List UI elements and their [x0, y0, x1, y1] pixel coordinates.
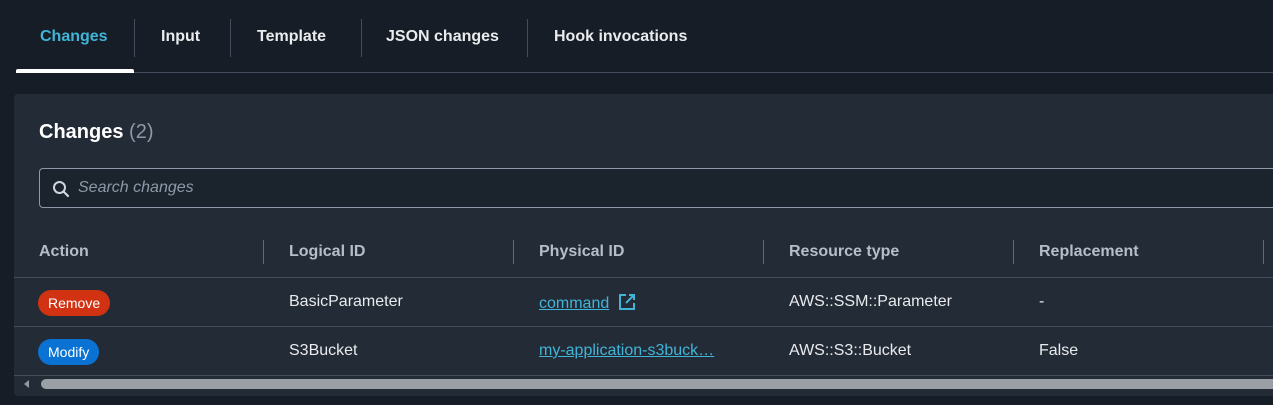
column-header-replacement[interactable]: Replacement	[1039, 243, 1139, 261]
scrollbar-thumb[interactable]	[41, 379, 1273, 389]
tab-template[interactable]: Template	[257, 26, 326, 48]
action-badge-remove: Remove	[38, 290, 111, 316]
physical-id-link[interactable]: command	[539, 295, 609, 312]
tab-input[interactable]: Input	[161, 26, 200, 48]
tab-hook-invocations[interactable]: Hook invocations	[554, 26, 687, 48]
tab-divider	[230, 19, 231, 57]
tab-divider	[361, 19, 362, 57]
logical-id: BasicParameter	[289, 293, 403, 310]
tab-changes[interactable]: Changes	[40, 26, 108, 48]
panel-title: Changes (2)	[39, 121, 153, 144]
search-icon	[53, 181, 70, 198]
column-resizer[interactable]	[763, 240, 764, 264]
column-resizer[interactable]	[1013, 240, 1014, 264]
panel-title-text: Changes	[39, 121, 124, 143]
replacement: -	[1039, 293, 1045, 310]
search-field[interactable]	[39, 168, 1273, 208]
column-resizer[interactable]	[1263, 240, 1264, 264]
table-header: Action Logical ID Physical ID Resource t…	[14, 228, 1273, 278]
changes-count: (2)	[129, 121, 154, 143]
resource-type: AWS::S3::Bucket	[789, 342, 912, 359]
physical-id-cell: command	[539, 293, 636, 313]
horizontal-scrollbar[interactable]	[14, 376, 1273, 392]
tab-bar: Changes Input Template JSON changes Hook…	[16, 0, 1273, 73]
replacement: False	[1039, 342, 1079, 359]
physical-id-cell: my-application-s3buck…	[539, 342, 714, 360]
tab-divider	[527, 19, 528, 57]
column-header-resource-type[interactable]: Resource type	[789, 243, 899, 261]
tab-divider	[134, 19, 135, 57]
search-input[interactable]	[78, 169, 978, 207]
scroll-left-arrow-icon[interactable]	[24, 380, 29, 388]
column-resizer[interactable]	[513, 240, 514, 264]
column-header-action[interactable]: Action	[39, 243, 89, 261]
active-tab-indicator	[16, 69, 134, 73]
resource-type: AWS::SSM::Parameter	[789, 293, 952, 310]
external-link-icon[interactable]	[618, 293, 636, 311]
tab-json-changes[interactable]: JSON changes	[386, 26, 499, 48]
physical-id-link[interactable]: my-application-s3buck…	[539, 342, 714, 359]
column-header-physical-id[interactable]: Physical ID	[539, 243, 624, 261]
changes-panel: Changes (2) Action Logical ID Physical I…	[14, 94, 1273, 396]
column-header-logical-id[interactable]: Logical ID	[289, 243, 365, 261]
table-row: Modify S3Bucket my-application-s3buck… A…	[14, 327, 1273, 376]
column-resizer[interactable]	[263, 240, 264, 264]
table-row: Remove BasicParameter command AWS::SSM::…	[14, 278, 1273, 327]
logical-id: S3Bucket	[289, 342, 358, 359]
action-badge-modify: Modify	[38, 339, 100, 365]
